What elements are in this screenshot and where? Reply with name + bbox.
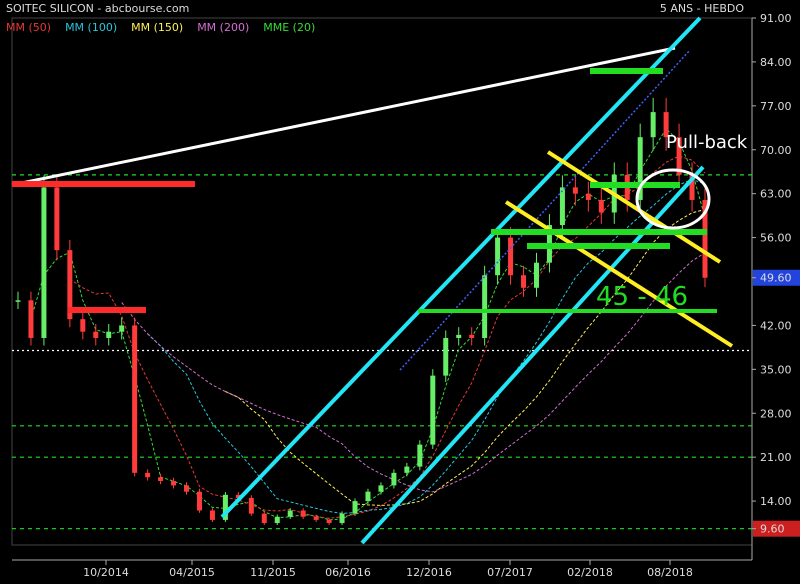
y-tick-label: 49.60 bbox=[760, 272, 792, 285]
candle-body bbox=[430, 375, 436, 445]
candle-body bbox=[352, 501, 358, 514]
channel-mid-line bbox=[399, 49, 691, 371]
chart-svg: Pull-back 45 - 46 91.00 84.00 77.00 70.00 63.0… bbox=[11, 12, 800, 579]
candle-body bbox=[650, 112, 656, 138]
candle-body bbox=[313, 516, 319, 520]
candle-body bbox=[482, 275, 488, 338]
x-tick-label: 06/2016 bbox=[325, 566, 371, 579]
candle-body bbox=[559, 187, 565, 226]
candle-body bbox=[508, 237, 514, 276]
candle-body bbox=[158, 477, 164, 482]
downtrend-line-lower bbox=[504, 200, 734, 348]
legend-item: MM (100) bbox=[65, 21, 118, 34]
legend-item: MM (150) bbox=[131, 21, 184, 34]
candle-body bbox=[41, 187, 47, 338]
chart-period: 5 ANS - HEBDO bbox=[659, 2, 744, 15]
candle-body bbox=[533, 262, 539, 288]
candle-body bbox=[28, 300, 34, 338]
candle-body bbox=[572, 187, 578, 194]
candle-body bbox=[378, 485, 384, 492]
candle-body bbox=[119, 325, 125, 332]
x-tick-label: 07/2017 bbox=[487, 566, 533, 579]
y-tick-label: 28.00 bbox=[760, 407, 792, 420]
legend-item: MME (20) bbox=[263, 21, 316, 34]
y-tick-label: 9.60 bbox=[760, 523, 785, 536]
y-tick-label: 14.00 bbox=[760, 495, 792, 508]
candle-body bbox=[391, 472, 397, 486]
candle-body bbox=[261, 513, 267, 524]
candle-body bbox=[521, 275, 527, 288]
ma50-line bbox=[69, 155, 706, 519]
candle-body bbox=[585, 193, 591, 200]
y-tick-label: 21.00 bbox=[760, 451, 792, 464]
candle-body bbox=[248, 497, 254, 514]
y-tick-label: 42.00 bbox=[760, 319, 792, 332]
y-tick-label: 35.00 bbox=[760, 363, 792, 376]
candle-body bbox=[93, 331, 99, 338]
chart-root: Pull-back 45 - 46 91.00 84.00 77.00 70.00 63.0… bbox=[0, 0, 800, 580]
x-tick-label: 10/2014 bbox=[83, 566, 129, 579]
x-tick-label: 08/2018 bbox=[647, 566, 693, 579]
y-tick-label: 63.00 bbox=[760, 188, 792, 201]
candle-body bbox=[132, 325, 138, 473]
candle-body bbox=[365, 491, 371, 502]
long-trendline bbox=[11, 46, 676, 187]
x-tick-label: 02/2018 bbox=[567, 566, 613, 579]
candle-body bbox=[274, 516, 280, 524]
y-tick-label: 91.00 bbox=[760, 12, 792, 25]
candle-body bbox=[145, 472, 151, 478]
candle-body bbox=[209, 510, 215, 520]
candle-body bbox=[184, 485, 190, 492]
target-label: 45 - 46 bbox=[596, 282, 688, 312]
chart-title: SOITEC SILICON - abcbourse.com bbox=[6, 2, 190, 15]
candle-body bbox=[469, 334, 475, 338]
x-tick-label: 12/2016 bbox=[406, 566, 452, 579]
candle-body bbox=[495, 237, 501, 276]
candle-body bbox=[417, 444, 423, 467]
candle-body bbox=[54, 187, 60, 251]
candle-body bbox=[106, 331, 112, 338]
ma150-line bbox=[225, 209, 706, 506]
candle-body bbox=[339, 513, 345, 524]
candle-body bbox=[404, 466, 410, 473]
candle-body bbox=[456, 334, 462, 338]
legend: MM (50) MM (100) MM (150) MM (200) MME (20) bbox=[6, 21, 329, 34]
candle-body bbox=[196, 491, 202, 511]
legend-item: MM (50) bbox=[6, 21, 52, 34]
pullback-label: Pull-back bbox=[666, 132, 748, 153]
x-tick-label: 04/2015 bbox=[169, 566, 215, 579]
y-tick-label: 77.00 bbox=[760, 100, 792, 113]
candle-body bbox=[15, 300, 21, 302]
candle-body bbox=[598, 199, 604, 213]
candle-body bbox=[300, 510, 306, 517]
y-tick-label: 70.00 bbox=[760, 144, 792, 157]
legend-item: MM (200) bbox=[197, 21, 250, 34]
candle-body bbox=[326, 519, 332, 524]
candle-body bbox=[287, 510, 293, 517]
candle-body bbox=[443, 337, 449, 376]
y-tick-label: 84.00 bbox=[760, 56, 792, 69]
y-tick-label: 56.00 bbox=[760, 232, 792, 245]
candle-body bbox=[171, 481, 177, 486]
candle-body bbox=[80, 319, 86, 332]
x-tick-label: 11/2015 bbox=[250, 566, 296, 579]
